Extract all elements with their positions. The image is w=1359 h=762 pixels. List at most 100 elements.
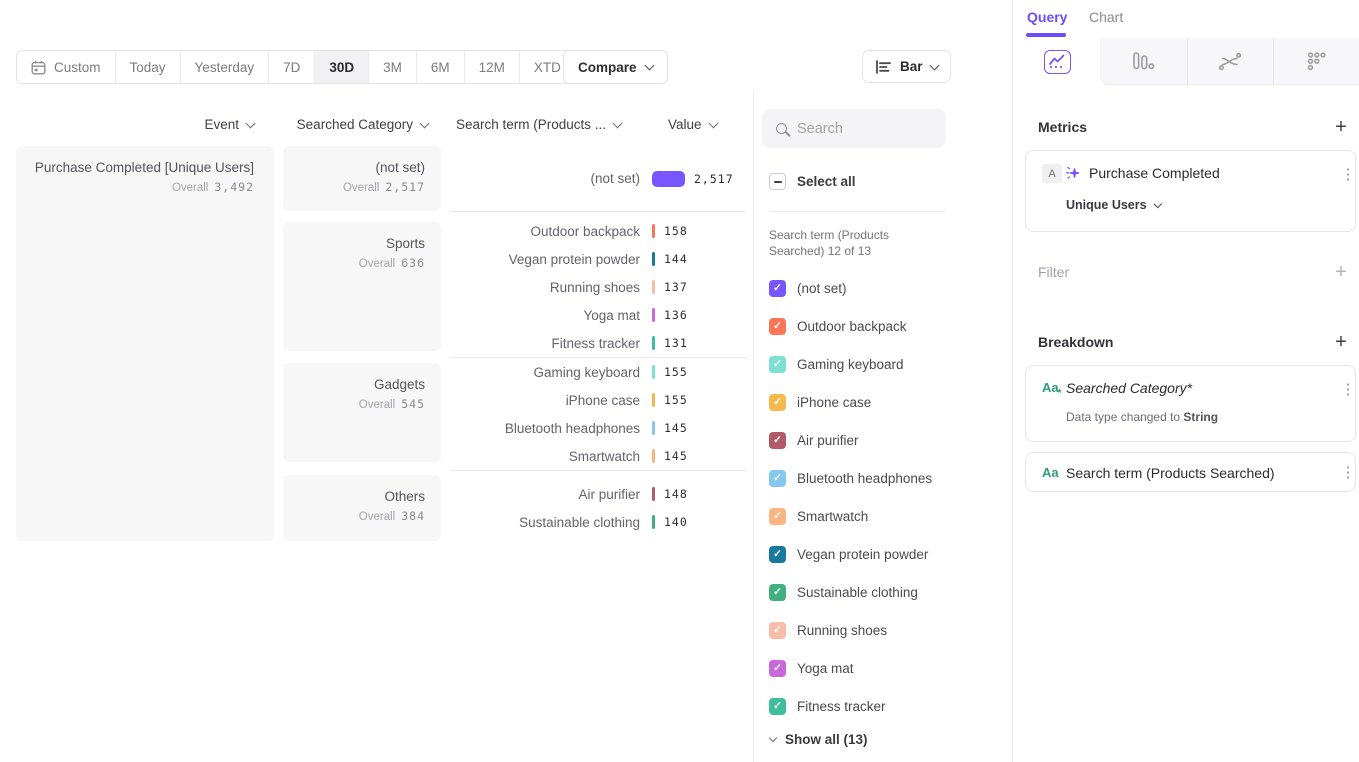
value-bar: [652, 308, 655, 322]
value-bar: [652, 252, 655, 266]
metric-options-kebab[interactable]: ⋮: [1338, 163, 1358, 187]
date-range-label: Custom: [54, 60, 101, 75]
bar-chart-icon: [875, 60, 892, 74]
value-bar: [652, 171, 685, 187]
category-cell-sports[interactable]: Sports Overall636: [283, 222, 441, 351]
date-range-30d[interactable]: 30D: [315, 51, 369, 83]
retention-icon: [1306, 51, 1327, 71]
checkbox-checked[interactable]: ✓: [769, 356, 786, 373]
add-breakdown-button[interactable]: +: [1331, 333, 1351, 353]
select-all-checkbox[interactable]: [769, 173, 786, 190]
compare-button[interactable]: Compare: [563, 50, 668, 84]
insights-report-page: Custom Today Yesterday 7D 30D 3M 6M 12M …: [0, 0, 1359, 762]
legend-item[interactable]: ✓Sustainable clothing: [755, 573, 1013, 611]
legend-item[interactable]: ✓iPhone case: [755, 383, 1013, 421]
term-row[interactable]: Bluetooth headphones 145: [450, 414, 746, 442]
category-cell-others[interactable]: Others Overall384: [283, 475, 441, 541]
date-range-12m[interactable]: 12M: [465, 51, 520, 83]
legend-item[interactable]: ✓Smartwatch: [755, 497, 1013, 535]
checkbox-checked[interactable]: ✓: [769, 508, 786, 525]
term-row[interactable]: Fitness tracker 131: [450, 329, 746, 357]
tab-query[interactable]: Query: [1027, 9, 1067, 25]
add-metric-button[interactable]: +: [1331, 118, 1351, 138]
metric-card[interactable]: A Purchase Completed ⋮ Unique Users: [1025, 150, 1356, 232]
value-bar: [652, 487, 655, 501]
legend-search[interactable]: [762, 109, 946, 148]
term-row[interactable]: Sustainable clothing 140: [450, 508, 746, 536]
value-bar: [652, 393, 655, 407]
checkbox-checked[interactable]: ✓: [769, 546, 786, 563]
metrics-heading: Metrics: [1038, 119, 1087, 135]
checkbox-checked[interactable]: ✓: [769, 280, 786, 297]
category-cell-not-set[interactable]: (not set) Overall2,517: [283, 146, 441, 211]
insights-icon: [1044, 50, 1071, 74]
checkbox-checked[interactable]: ✓: [769, 470, 786, 487]
legend-list: ✓(not set) ✓Outdoor backpack ✓Gaming key…: [755, 269, 1013, 725]
legend-item[interactable]: ✓Air purifier: [755, 421, 1013, 459]
legend-item[interactable]: ✓Gaming keyboard: [755, 345, 1013, 383]
legend-item[interactable]: ✓Outdoor backpack: [755, 307, 1013, 345]
legend-item[interactable]: ✓Bluetooth headphones: [755, 459, 1013, 497]
term-row[interactable]: iPhone case 155: [450, 386, 746, 414]
legend-item[interactable]: ✓Fitness tracker: [755, 687, 1013, 725]
checkbox-checked[interactable]: ✓: [769, 432, 786, 449]
measure-selector[interactable]: Unique Users: [1066, 198, 1160, 212]
row-divider: [450, 211, 746, 212]
date-range-custom[interactable]: Custom: [17, 51, 116, 83]
event-name: Purchase Completed [Unique Users]: [16, 159, 254, 177]
checkbox-checked[interactable]: ✓: [769, 394, 786, 411]
report-tab-retention[interactable]: [1273, 38, 1359, 85]
date-range-today[interactable]: Today: [116, 51, 181, 83]
column-header-value[interactable]: Value: [668, 117, 717, 132]
term-row[interactable]: Smartwatch 145: [450, 442, 746, 470]
checkbox-checked[interactable]: ✓: [769, 318, 786, 335]
legend-item[interactable]: ✓Vegan protein powder: [755, 535, 1013, 573]
legend-item[interactable]: ✓Yoga mat: [755, 649, 1013, 687]
report-tab-insights[interactable]: [1014, 38, 1100, 85]
term-row[interactable]: Vegan protein powder 144: [450, 245, 746, 273]
breakdown-card-search-term[interactable]: Aa Search term (Products Searched) ⋮: [1025, 452, 1356, 492]
checkbox-checked[interactable]: ✓: [769, 698, 786, 715]
search-icon: [776, 123, 787, 134]
value-bar: [652, 280, 655, 294]
term-row[interactable]: Outdoor backpack 158: [450, 217, 746, 245]
legend-item[interactable]: ✓(not set): [755, 269, 1013, 307]
legend-item[interactable]: ✓Running shoes: [755, 611, 1013, 649]
event-cell[interactable]: Purchase Completed [Unique Users] Overal…: [16, 146, 274, 541]
string-property-icon: Aa*: [1042, 380, 1062, 399]
report-tab-flows[interactable]: [1187, 38, 1273, 85]
term-row[interactable]: Air purifier 148: [450, 480, 746, 508]
breakdown-options-kebab[interactable]: ⋮: [1338, 378, 1358, 402]
column-header-category[interactable]: Searched Category: [283, 117, 428, 132]
checkbox-checked[interactable]: ✓: [769, 584, 786, 601]
date-range-group: Custom Today Yesterday 7D 30D 3M 6M 12M …: [16, 50, 591, 84]
breakdown-heading: Breakdown: [1038, 334, 1113, 350]
term-row[interactable]: Gaming keyboard 155: [450, 358, 746, 386]
active-tab-underline: [1026, 33, 1066, 37]
date-range-6m[interactable]: 6M: [417, 51, 465, 83]
checkbox-checked[interactable]: ✓: [769, 660, 786, 677]
chart-type-selector[interactable]: Bar: [862, 50, 951, 83]
row-divider: [450, 470, 746, 471]
column-header-term[interactable]: Search term (Products ...: [456, 117, 621, 132]
breakdown-options-kebab[interactable]: ⋮: [1338, 461, 1358, 485]
chevron-down-icon: [929, 60, 939, 70]
search-input[interactable]: [797, 121, 927, 137]
term-row[interactable]: Yoga mat 136: [450, 301, 746, 329]
report-tab-funnels[interactable]: [1100, 38, 1186, 85]
select-all[interactable]: Select all: [769, 173, 856, 190]
term-row[interactable]: Running shoes 137: [450, 273, 746, 301]
column-header-event[interactable]: Event: [16, 117, 254, 132]
category-cell-gadgets[interactable]: Gadgets Overall545: [283, 363, 441, 462]
add-filter-button[interactable]: +: [1331, 263, 1351, 283]
breakdown-card-searched-category[interactable]: Aa* Searched Category* ⋮ Data type chang…: [1025, 365, 1356, 442]
checkbox-checked[interactable]: ✓: [769, 622, 786, 639]
date-range-3m[interactable]: 3M: [369, 51, 417, 83]
tab-chart[interactable]: Chart: [1089, 9, 1123, 25]
date-range-7d[interactable]: 7D: [269, 51, 315, 83]
date-range-yesterday[interactable]: Yesterday: [181, 51, 270, 83]
value-bar: [652, 336, 655, 350]
calendar-icon: [31, 60, 46, 75]
show-all-toggle[interactable]: Show all (13): [770, 732, 868, 747]
term-row[interactable]: (not set) 2,517: [450, 146, 746, 211]
